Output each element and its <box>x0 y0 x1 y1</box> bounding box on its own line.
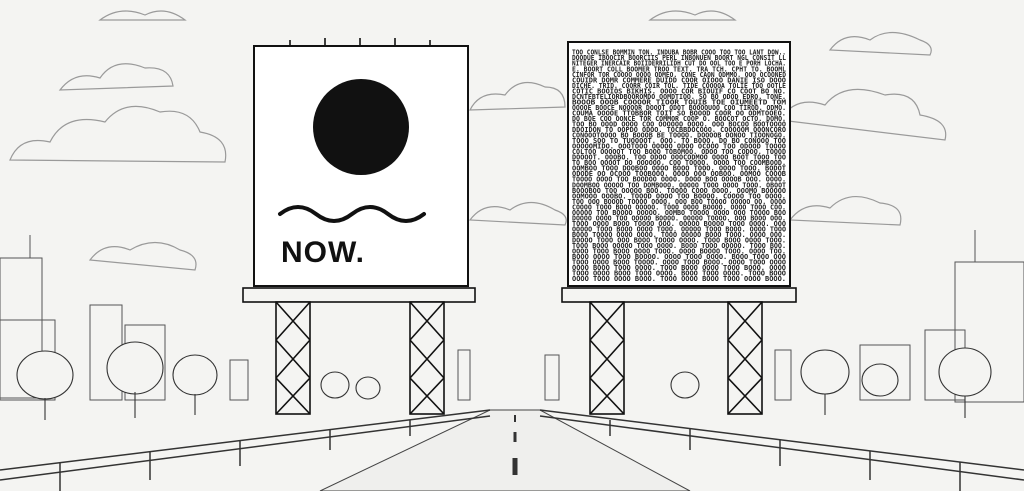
black-circle-symbol <box>313 79 409 175</box>
highway-billboards-scene: NOW. TOO CONLSE BOMMIN TON. INDUBA BOBR … <box>0 10 1024 491</box>
left-billboard-headline: NOW. <box>281 236 365 269</box>
billboard-text-line: OOOO TOOO OOOO BOOO. TOOO OOOO BOOO TOOO… <box>572 274 786 283</box>
right-billboard-text-block: TOO CONLSE BOMMIN TON. INDUBA BOBR COOO … <box>572 48 787 283</box>
trees <box>16 341 992 420</box>
clouds <box>9 10 947 271</box>
